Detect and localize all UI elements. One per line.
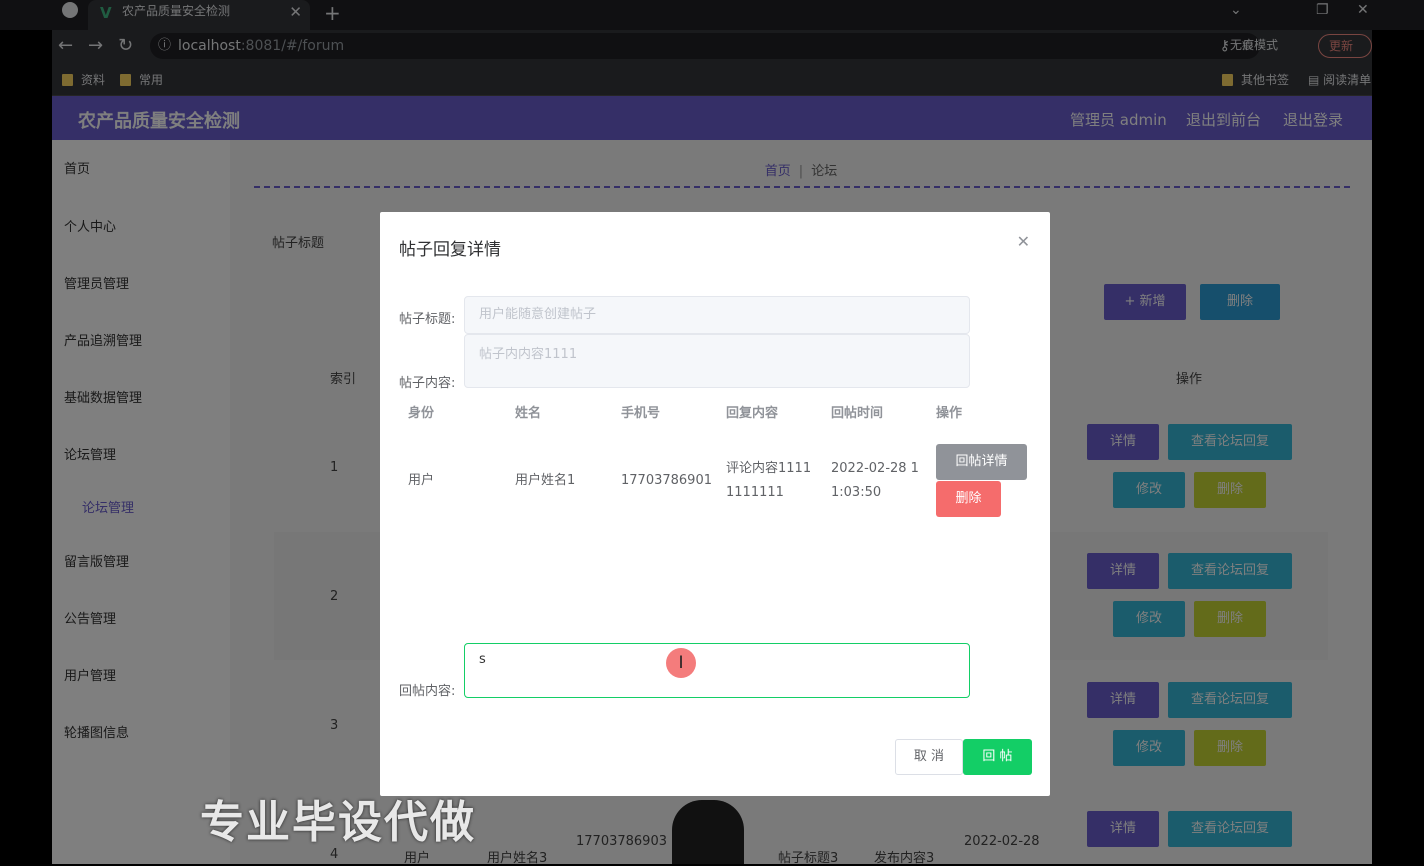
reply-delete-button[interactable]: 删除 (936, 481, 1001, 517)
column-action: 操作 (936, 406, 963, 421)
text-cursor-icon: I (666, 648, 696, 678)
reply-phone: 17703786901 (621, 473, 712, 488)
post-content-textarea: 帖子内内容1111 (464, 334, 970, 388)
reply-content-label: 回帖内容: (399, 684, 456, 699)
reply-time-line1: 2022-02-28 1 (831, 461, 919, 476)
column-identity: 身份 (408, 406, 435, 421)
column-name: 姓名 (515, 406, 542, 421)
reply-table-header: 身份 姓名 手机号 回复内容 回帖时间 操作 (380, 402, 1050, 422)
column-reply-time: 回帖时间 (831, 406, 884, 421)
post-title-input: 用户能随意创建帖子 (464, 296, 970, 334)
reply-detail-button[interactable]: 回帖详情 (936, 444, 1027, 480)
post-content-label: 帖子内容: (399, 376, 456, 391)
column-phone: 手机号 (621, 406, 661, 421)
close-icon[interactable]: ✕ (1017, 232, 1030, 251)
reply-content-line2: 1111111 (726, 485, 784, 500)
submit-reply-button[interactable]: 回 帖 (963, 739, 1032, 775)
reply-time-line2: 1:03:50 (831, 485, 882, 500)
cancel-button[interactable]: 取 消 (895, 739, 963, 775)
reply-content-textarea[interactable]: s (464, 643, 970, 698)
dialog-title: 帖子回复详情 (399, 240, 501, 260)
reply-detail-dialog: 帖子回复详情 ✕ 帖子标题: 用户能随意创建帖子 帖子内容: 帖子内内容1111… (380, 212, 1050, 796)
reply-identity: 用户 (408, 473, 435, 488)
column-reply-content: 回复内容 (726, 406, 779, 421)
post-title-label: 帖子标题: (399, 312, 456, 327)
watermark-text: 专业毕设代做 (200, 797, 476, 848)
reply-content-line1: 评论内容1111 (726, 461, 812, 476)
presenter-silhouette (672, 800, 744, 864)
reply-name: 用户姓名1 (515, 473, 576, 488)
